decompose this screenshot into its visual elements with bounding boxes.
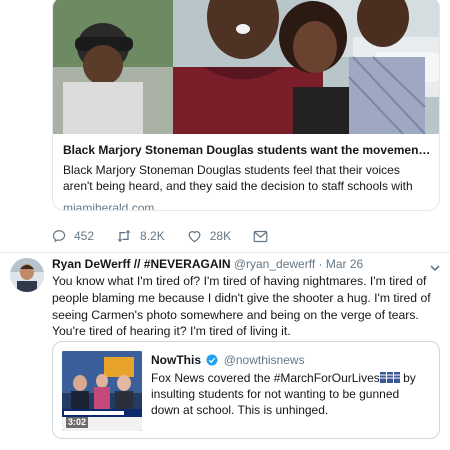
- chevron-down-icon: [430, 265, 440, 272]
- heart-icon: [188, 231, 201, 243]
- retweet-button[interactable]: 8.2K: [116, 229, 165, 243]
- retweet-count: 8.2K: [140, 229, 165, 243]
- avatar[interactable]: [10, 258, 44, 292]
- link-card-image[interactable]: [53, 0, 439, 134]
- direct-message-button[interactable]: [253, 230, 276, 243]
- link-card-description: Black Marjory Stoneman Douglas students …: [63, 163, 413, 193]
- tweet-actions: 452 8.2K 28K: [52, 226, 298, 246]
- verified-badge-icon: [206, 354, 218, 366]
- separator: ·: [318, 257, 323, 271]
- retweet-icon: [117, 230, 131, 242]
- tweet-time[interactable]: Mar 26: [326, 257, 363, 271]
- envelope-icon: [253, 230, 268, 242]
- like-button[interactable]: 28K: [187, 229, 231, 243]
- tweet-text: You know what I'm tired of? I'm tired of…: [52, 274, 431, 339]
- quoted-author-name[interactable]: NowThis: [151, 353, 201, 367]
- quoted-tweet[interactable]: 3:02 NowThis @nowthisnews Fox News cover…: [52, 341, 440, 439]
- quoted-tweet-header: NowThis @nowthisnews: [151, 352, 431, 368]
- flag-emoji-icon: [379, 372, 400, 383]
- author-name[interactable]: Ryan DeWerff // #NEVERAGAIN: [52, 257, 230, 271]
- tweet-header: Ryan DeWerff // #NEVERAGAIN @ryan_dewerf…: [52, 257, 442, 273]
- quoted-text-start: Fox News covered the #MarchForOurLives: [151, 371, 380, 385]
- tweet-divider: [0, 252, 450, 253]
- link-card[interactable]: Black Marjory Stoneman Douglas students …: [52, 0, 440, 211]
- reply-count: 452: [74, 229, 95, 243]
- link-card-title[interactable]: Black Marjory Stoneman Douglas students …: [63, 142, 431, 158]
- like-count: 28K: [209, 229, 232, 243]
- reply-icon: [52, 230, 66, 243]
- reply-button[interactable]: 452: [52, 229, 94, 243]
- quoted-tweet-text: Fox News covered the #MarchForOurLives b…: [151, 370, 431, 418]
- link-card-domain: miamiherald.com: [63, 201, 155, 211]
- quoted-video-thumbnail[interactable]: 3:02: [62, 351, 142, 431]
- video-duration: 3:02: [66, 417, 89, 428]
- author-handle[interactable]: @ryan_dewerff: [234, 257, 315, 271]
- quoted-author-handle[interactable]: @nowthisnews: [224, 353, 305, 367]
